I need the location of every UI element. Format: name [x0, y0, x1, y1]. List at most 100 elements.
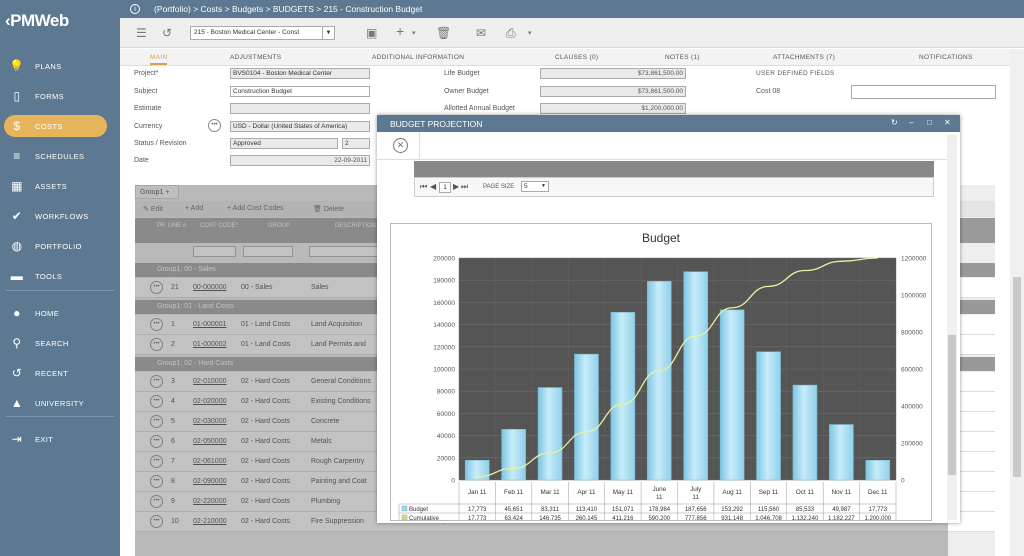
sidebar-item-workflows[interactable]: ✔ WORKFLOWS — [0, 202, 120, 230]
maximize-icon[interactable]: □ — [927, 118, 932, 127]
sidebar-item-search[interactable]: ⚲ SEARCH — [0, 329, 120, 357]
page-number-input[interactable]: 1 — [439, 182, 451, 193]
chevron-down-icon: ▼ — [322, 27, 334, 39]
legend-swatch-cumulative — [401, 514, 408, 521]
tab-clauses-0[interactable]: CLAUSES (0) — [555, 54, 598, 61]
tab-attachments-7[interactable]: ATTACHMENTS (7) — [773, 54, 835, 61]
top-bar: i (Portfolio) > Costs > Budgets > BUDGET… — [120, 0, 1024, 18]
project-field[interactable]: BVS0104 - Boston Medical Center — [230, 68, 370, 79]
more-options-icon[interactable]: ••• — [208, 119, 221, 132]
cumulative-value-label: 931,148 — [721, 516, 743, 520]
list-icon[interactable]: ☰ — [136, 26, 147, 40]
refresh-icon[interactable]: ↻ — [891, 118, 898, 127]
revision-field[interactable]: 2 — [342, 138, 370, 149]
chevron-down-icon[interactable]: ▾ — [412, 29, 416, 37]
prev-page-icon[interactable]: ◀ — [430, 182, 436, 191]
project-label: Project* — [134, 70, 159, 77]
subject-field[interactable]: Construction Budget — [230, 86, 370, 97]
y-tick-label: 100000 — [433, 367, 455, 374]
estimate-field[interactable] — [230, 103, 370, 114]
x-tick-label: May 11 — [613, 489, 634, 496]
sidebar-item-tools[interactable]: ▬ TOOLS — [0, 262, 120, 290]
x-tick-label-year: 11 — [656, 494, 663, 501]
x-tick-label-month: July — [690, 486, 702, 493]
legend-swatch-budget — [401, 505, 408, 512]
sidebar-item-portfolio[interactable]: ◍ PORTFOLIO — [0, 232, 120, 260]
sidebar-item-assets[interactable]: ▦ ASSETS — [0, 172, 120, 200]
add-icon[interactable]: + — [396, 23, 404, 39]
sidebar-item-schedules[interactable]: ≡ SCHEDULES — [0, 142, 120, 170]
first-page-icon[interactable]: ⏮ — [420, 182, 427, 192]
y-tick-label: 140000 — [433, 322, 455, 329]
budget-bar — [610, 312, 636, 481]
budget-bar — [647, 281, 672, 481]
sidebar-item-university[interactable]: ▲ UNIVERSITY — [0, 389, 120, 417]
page-size-select[interactable]: 5 ▼ — [521, 181, 549, 192]
breadcrumb: (Portfolio) > Costs > Budgets > BUDGETS … — [154, 4, 423, 14]
cumulative-value-label: 146,735 — [539, 516, 561, 520]
last-page-icon[interactable]: ⏭ — [461, 182, 468, 192]
sidebar-item-label: RECENT — [35, 368, 69, 378]
status-field[interactable]: Approved — [230, 138, 338, 149]
currency-field[interactable]: USD - Dollar (United States of America) — [230, 121, 370, 132]
form-icon: ▯ — [13, 89, 21, 103]
building-icon: ▦ — [11, 179, 23, 193]
email-icon[interactable]: ✉ — [476, 26, 486, 40]
sidebar-divider — [6, 416, 114, 417]
dialog-scrollbar[interactable] — [947, 135, 957, 520]
save-icon[interactable]: ▣ — [366, 26, 377, 40]
record-select[interactable]: 215 - Boston Medical Center - Const ▼ — [190, 26, 335, 40]
page-scrollbar[interactable] — [1010, 49, 1024, 556]
budget-bar — [683, 271, 708, 481]
budget-bar — [501, 429, 526, 481]
page-scrollbar-thumb[interactable] — [1013, 277, 1021, 477]
trash-icon[interactable]: 🗑 — [436, 26, 451, 40]
y2-tick-label: 400000 — [901, 404, 923, 411]
sidebar-item-forms[interactable]: ▯ FORMS — [0, 82, 120, 110]
y-tick-label: 80000 — [437, 389, 455, 396]
owner-budget-label: Owner Budget — [444, 88, 489, 95]
x-tick-label: Apr 11 — [577, 489, 596, 496]
y-tick-label: 40000 — [437, 433, 455, 440]
info-icon[interactable]: i — [130, 4, 140, 14]
dialog-toolbar: ✕ — [377, 132, 947, 160]
tab-adjustments[interactable]: ADJUSTMENTS — [230, 54, 281, 61]
close-report-icon[interactable]: ✕ — [393, 138, 408, 153]
life-budget-field: $73,861,500.00 — [540, 68, 686, 79]
sidebar-item-label: PORTFOLIO — [35, 241, 82, 251]
minimize-icon[interactable]: – — [909, 118, 913, 127]
chevron-down-icon[interactable]: ▾ — [528, 29, 532, 37]
cost08-field[interactable] — [851, 85, 996, 99]
pmweb-logo[interactable]: ‹PMWeb — [0, 0, 120, 42]
tab-main[interactable]: MAIN — [150, 54, 168, 65]
pager: ⏮ ◀ 1 ▶ ⏭ PAGE SIZE 5 ▼ — [414, 177, 934, 197]
sidebar-item-home[interactable]: ● HOME — [0, 299, 120, 327]
owner-budget-field: $73,861,500.00 — [540, 86, 686, 97]
sidebar-item-label: SCHEDULES — [35, 151, 85, 161]
lightbulb-icon: 💡 — [9, 59, 25, 73]
tab-notifications[interactable]: NOTIFICATIONS — [919, 54, 973, 61]
toolbox-icon: ▬ — [10, 269, 24, 283]
tab-notes-1[interactable]: NOTES (1) — [665, 54, 700, 61]
sidebar: ‹PMWeb 💡 PLANS ▯ FORMS $ COSTS ≡ SCHEDULES ▦ ASSE… — [0, 0, 120, 556]
date-field[interactable]: 22-09-2011 — [230, 155, 370, 166]
cumulative-value-label: 1,182,227 — [828, 516, 855, 520]
tab-additional-information[interactable]: ADDITIONAL INFORMATION — [372, 54, 464, 61]
sidebar-item-recent[interactable]: ↺ RECENT — [0, 359, 120, 387]
sidebar-item-plans[interactable]: 💡 PLANS — [0, 52, 120, 80]
graduation-icon: ▲ — [10, 396, 24, 410]
next-page-icon[interactable]: ▶ — [453, 182, 459, 191]
print-icon[interactable]: ⎙ — [506, 26, 516, 41]
close-icon[interactable]: ✕ — [944, 118, 951, 127]
sidebar-item-costs[interactable]: $ COSTS — [0, 112, 120, 140]
budget-value-label: 187,656 — [685, 507, 707, 513]
history-icon[interactable]: ↺ — [162, 26, 172, 40]
scrollbar-thumb[interactable] — [948, 335, 956, 475]
budget-chart-svg: Budget 0 20000 40000 60000 80000 100000 120000 1… — [398, 231, 927, 523]
sidebar-item-exit[interactable]: ⇥ EXIT — [0, 425, 120, 453]
budget-value-label: 83,311 — [541, 507, 560, 513]
sidebar-item-label: UNIVERSITY — [35, 398, 85, 408]
y-tick-label: 180000 — [433, 278, 455, 285]
budget-value-label: 17,773 — [869, 507, 888, 513]
budget-value-label: 113,410 — [576, 507, 598, 513]
